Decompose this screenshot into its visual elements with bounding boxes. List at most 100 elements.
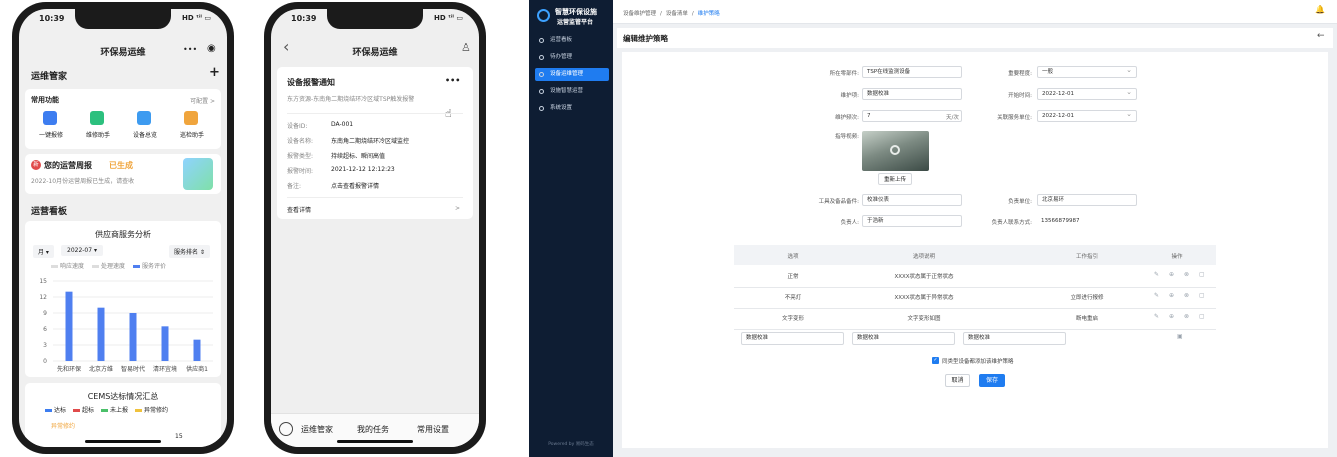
bell-icon[interactable]: 🔔 xyxy=(1315,5,1325,14)
delete-icon[interactable]: ⊗ xyxy=(1184,292,1189,299)
report-subtitle: 2022-10月份运营周报已生成，请查收 xyxy=(31,178,135,185)
copy-icon[interactable]: ▢ xyxy=(1199,313,1205,320)
cems-value: 15 xyxy=(175,433,183,440)
add-icon[interactable]: ⊕ xyxy=(1169,313,1174,320)
person-input[interactable]: 于浩新 xyxy=(862,215,962,227)
table-row-divider xyxy=(734,329,1216,330)
copy-icon[interactable]: ▢ xyxy=(1199,292,1205,299)
tab-item[interactable]: 运维管家 xyxy=(301,424,333,435)
function-icon[interactable] xyxy=(90,111,104,125)
sidebar-nav-item[interactable]: 设备运维管理 xyxy=(535,68,609,81)
edit-icon[interactable]: ✎ xyxy=(1154,313,1159,320)
function-label[interactable]: 设备总览 xyxy=(127,130,163,139)
configure-link[interactable]: 可配置 > xyxy=(190,96,215,105)
function-icon[interactable] xyxy=(184,111,198,125)
legend-swatch xyxy=(135,409,143,412)
sidebar-nav-item[interactable]: 待办管理 xyxy=(535,51,609,64)
part-input[interactable]: TSP在线监测设备 xyxy=(862,66,962,78)
function-icon[interactable] xyxy=(137,111,151,125)
add-button[interactable]: + xyxy=(209,65,220,80)
rank-filter[interactable]: 服务排名 ⇕ xyxy=(169,245,210,258)
breadcrumb: 设备维护管理 / 设备清单 / 维护策略 xyxy=(623,9,724,17)
function-icon[interactable] xyxy=(43,111,57,125)
guide-video-thumbnail[interactable] xyxy=(862,131,929,171)
table-cell: 正常 xyxy=(787,274,799,280)
field-value: 东南角二期烧结环冷区域监控 xyxy=(331,138,410,145)
breadcrumb-item[interactable]: 设备维护管理 xyxy=(623,11,656,17)
item-label: 维护项: xyxy=(840,93,859,99)
x-tick-label: 先和环保 xyxy=(57,365,81,373)
add-icon[interactable]: ⊕ xyxy=(1169,271,1174,278)
table-new-row-input[interactable]: 数据校准 xyxy=(852,332,955,345)
field-value[interactable]: 点击查看报警详情 xyxy=(331,181,379,190)
y-tick-label: 9 xyxy=(43,310,47,317)
contact-value: 13566879987 xyxy=(1041,218,1080,224)
bar xyxy=(97,307,105,361)
table-header-cell: 工作指引 xyxy=(1075,254,1098,260)
function-label[interactable]: 维修助手 xyxy=(80,130,116,139)
field-value: DA-001 xyxy=(331,121,354,128)
notice-more-button[interactable]: ••• xyxy=(445,76,460,85)
period-label: 维护频次: xyxy=(835,115,859,121)
phone-notch xyxy=(75,9,171,29)
breadcrumb-item[interactable]: 维护策略 xyxy=(698,11,720,17)
tab-item[interactable]: 我的任务 xyxy=(357,424,389,435)
same-type-checkbox[interactable]: ✓ xyxy=(932,357,939,364)
table-new-row-input[interactable]: 数据校准 xyxy=(963,332,1066,345)
field-key: 备注: xyxy=(287,183,302,190)
alarm-notice-card: 设备报警通知 ••• 东方资源-东南角二期烧结环冷区域TSP触发报警 ☝ 查看详… xyxy=(277,67,473,219)
table-new-row-input[interactable]: 数据校准 xyxy=(741,332,844,345)
breadcrumb-item[interactable]: 设备清单 xyxy=(666,11,688,17)
sidebar-nav-item[interactable]: 设施智慧运营 xyxy=(535,85,609,98)
save-button[interactable]: 保存 xyxy=(979,374,1005,387)
more-button[interactable]: ••• xyxy=(183,45,197,54)
edit-icon[interactable]: ✎ xyxy=(1154,292,1159,299)
start-date-picker[interactable]: 2022-12-01 xyxy=(1037,87,1137,100)
phone-notch xyxy=(327,9,423,29)
keyboard-icon[interactable] xyxy=(279,422,293,436)
page-title: 编辑维护策略 xyxy=(623,34,668,43)
user-icon[interactable]: ♙ xyxy=(461,41,471,54)
delete-icon[interactable]: ⊗ xyxy=(1184,313,1189,320)
contact-label: 负责人联系方式: xyxy=(991,220,1032,226)
copy-icon[interactable]: ▢ xyxy=(1199,271,1205,278)
status-time: 10:39 xyxy=(291,14,317,23)
tab-item[interactable]: 常用设置 xyxy=(417,424,449,435)
brand-logo-icon xyxy=(537,9,550,22)
edit-icon[interactable]: ✎ xyxy=(1154,271,1159,278)
app-title: 环保易运维 xyxy=(352,48,398,58)
add-icon[interactable]: ⊕ xyxy=(1169,292,1174,299)
delete-icon[interactable]: ⊗ xyxy=(1184,271,1189,278)
function-label[interactable]: 巡检助手 xyxy=(174,130,210,139)
importance-select[interactable]: 一般 xyxy=(1037,65,1137,78)
tools-input[interactable]: 校准仪表 xyxy=(862,194,962,206)
field-key: 设备名称: xyxy=(287,138,314,145)
nav-label: 系统设置 xyxy=(550,105,573,111)
nav-icon xyxy=(539,55,544,60)
weekly-report-card[interactable]: 新 您的运营周报 已生成 2022-10月份运营周报已生成，请查收 xyxy=(25,154,221,194)
notice-divider xyxy=(287,197,463,198)
cancel-button[interactable]: 取消 xyxy=(945,374,970,387)
reupload-button[interactable]: 重新上传 xyxy=(878,173,913,185)
date-filter[interactable]: 2022-07 ▾ xyxy=(61,245,103,256)
person-label: 负责人: xyxy=(840,220,859,226)
record-button[interactable]: ◉ xyxy=(207,43,216,54)
period-unit: 天/次 xyxy=(946,115,959,121)
table-header-cell: 选项说明 xyxy=(912,254,935,260)
function-label[interactable]: 一键报修 xyxy=(33,130,69,139)
related-select[interactable]: 2022-12-01 xyxy=(1037,109,1137,122)
save-row-icon[interactable]: ▣ xyxy=(1177,333,1183,340)
sidebar-nav-item[interactable]: 运营看板 xyxy=(535,34,609,47)
back-arrow-icon[interactable]: ← xyxy=(1317,31,1325,41)
unit-input[interactable]: 北京易环 xyxy=(1037,194,1137,206)
month-filter[interactable]: 月 ▾ xyxy=(33,245,54,258)
topbar: 设备维护管理 / 设备清单 / 维护策略 🔔 xyxy=(613,0,1337,24)
item-input[interactable]: 数据校准 xyxy=(862,88,962,100)
nav-icon xyxy=(539,89,544,94)
cems-tag: 异常修约 xyxy=(51,423,76,430)
view-detail-link[interactable]: 查看详情 xyxy=(287,205,311,214)
field-value: 持续超标、瞬间高值 xyxy=(331,153,386,160)
sidebar-nav-item[interactable]: 系统设置 xyxy=(535,102,609,115)
legend-label: 处理速度 xyxy=(101,263,126,270)
legend-swatch xyxy=(133,265,141,268)
